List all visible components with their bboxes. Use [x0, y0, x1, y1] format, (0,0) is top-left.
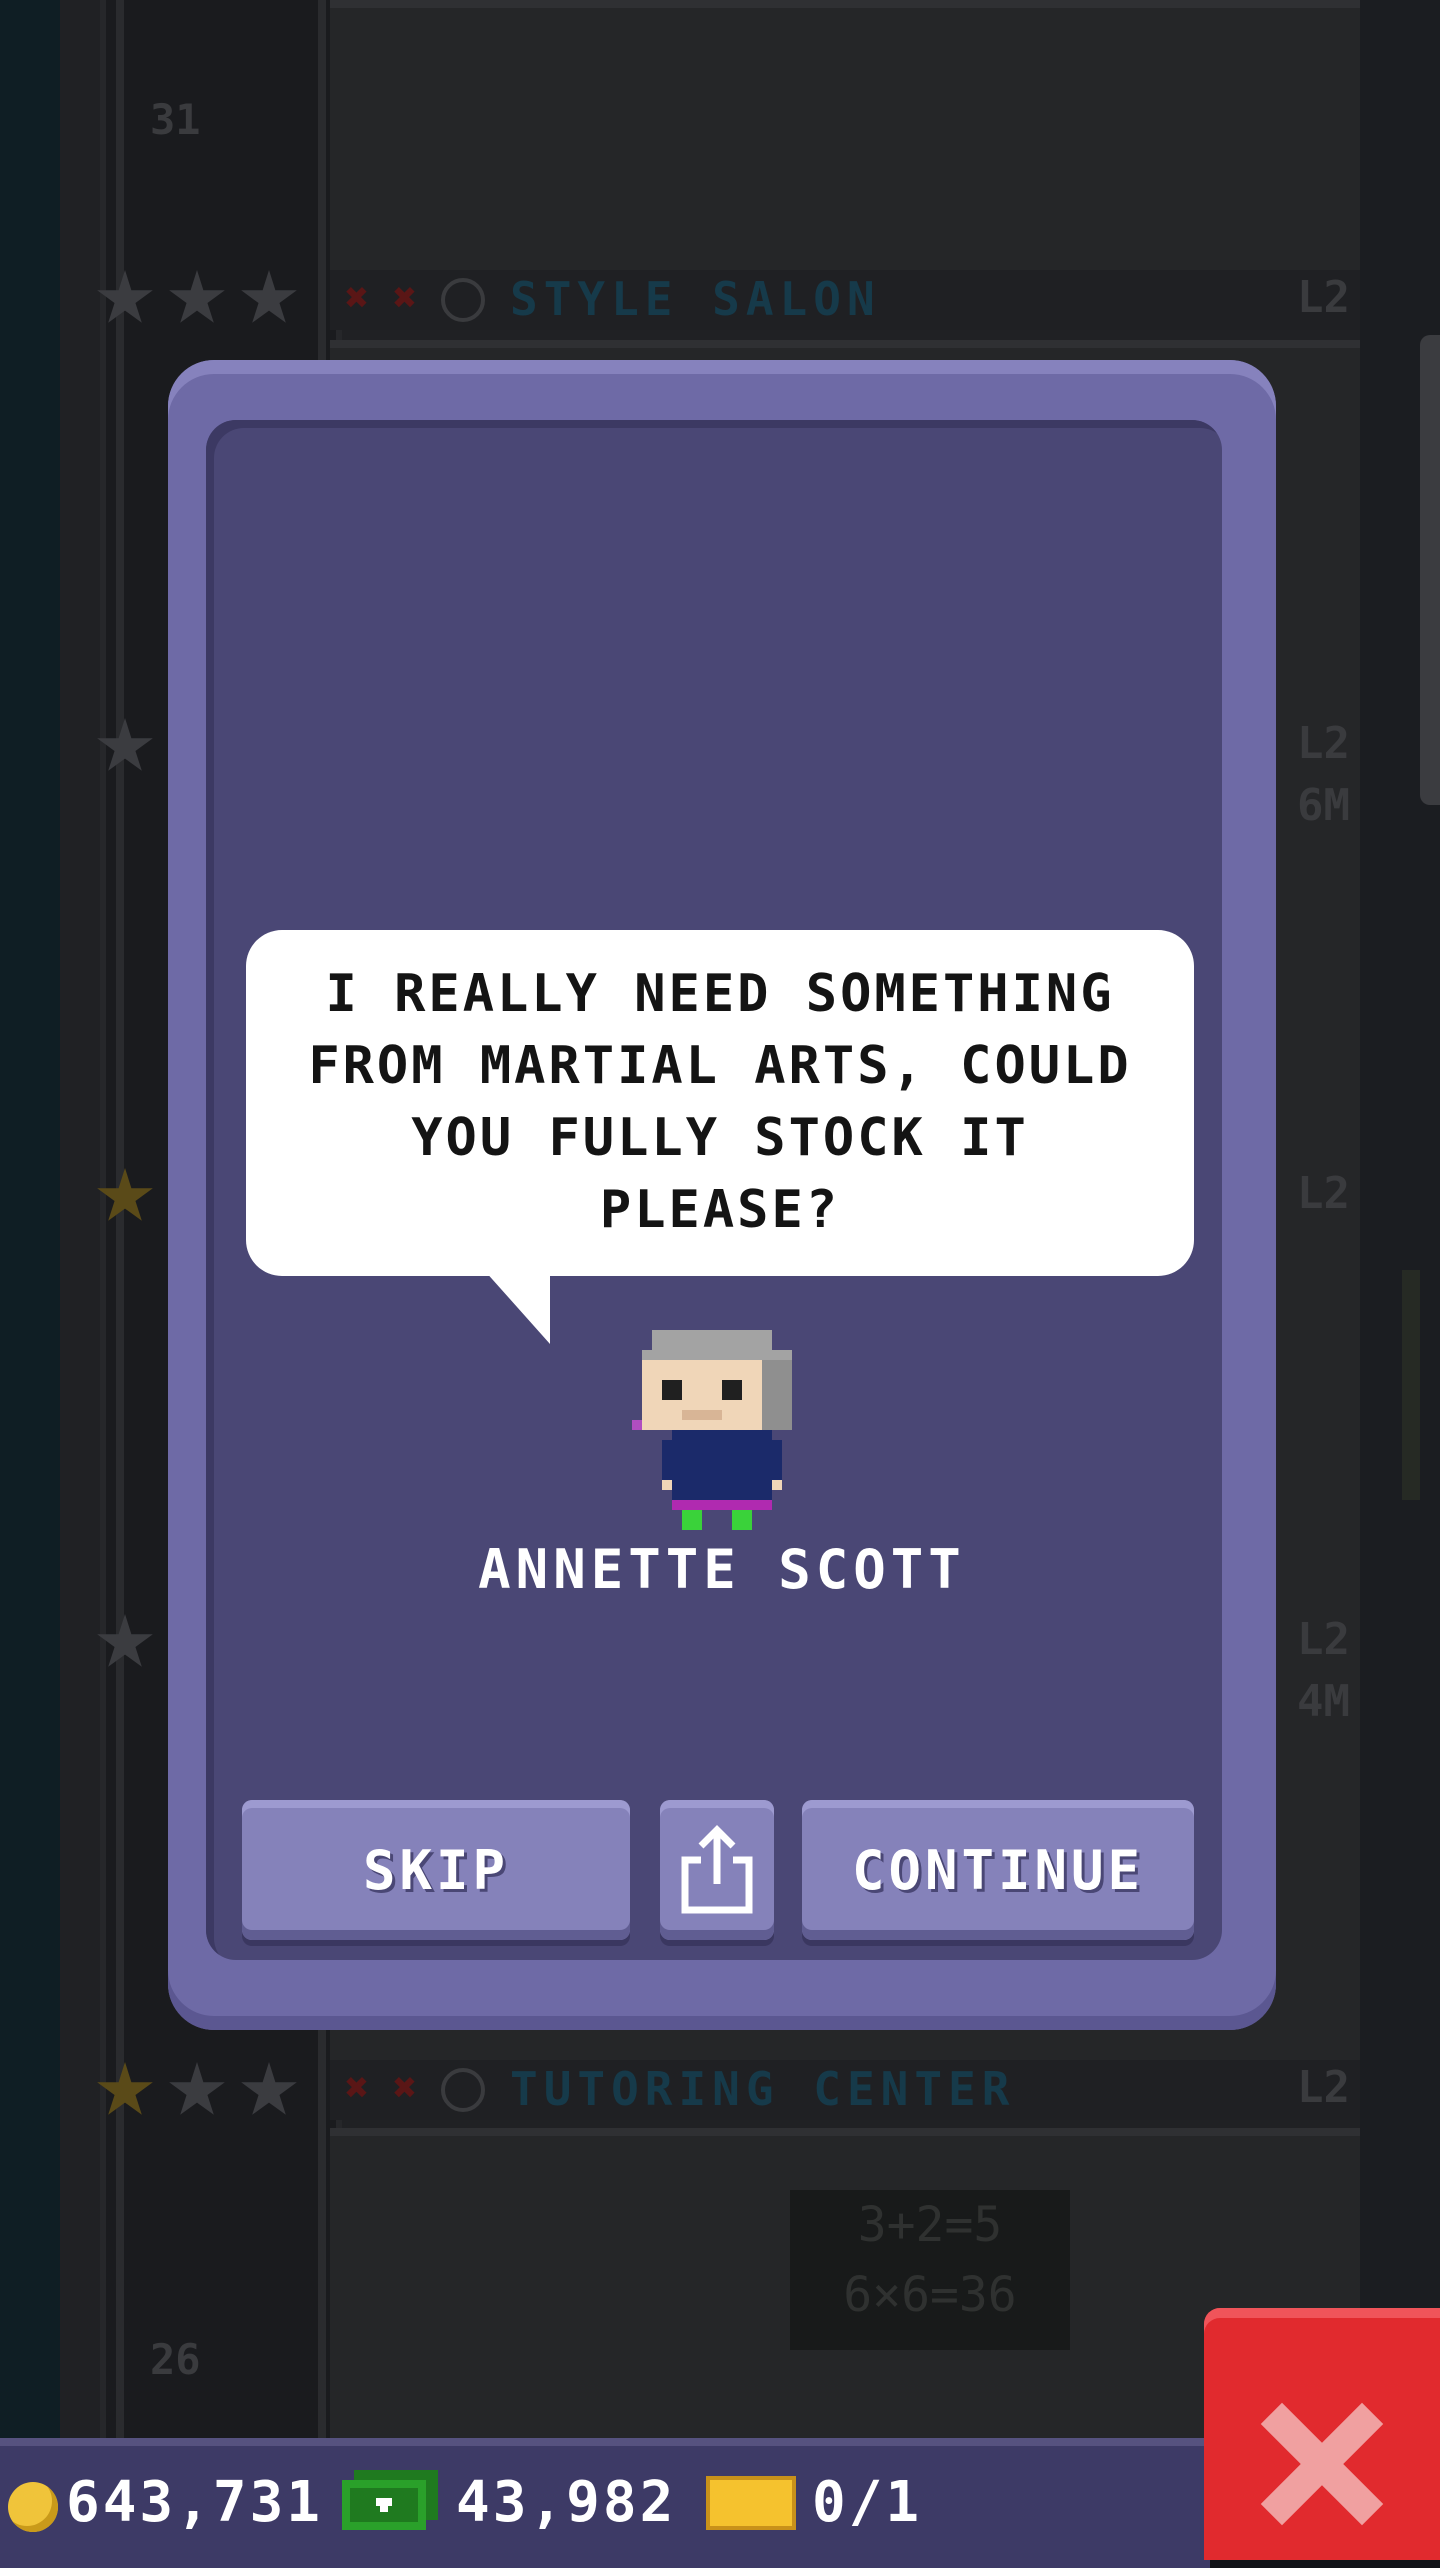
floor-value: 6M [1297, 780, 1350, 831]
star-icon [241, 270, 297, 323]
request-message: I REALLY NEED SOMETHING FROM MARTIAL ART… [308, 964, 1132, 1240]
floor-level: L2 [1297, 2062, 1350, 2113]
character-sprite [632, 1330, 792, 1530]
floor-stars [96, 1614, 154, 1672]
ticket-count: 0/1 [812, 2470, 923, 2535]
tower-edge [0, 0, 60, 2440]
ticket-icon [706, 2476, 796, 2530]
star-icon [97, 2062, 153, 2115]
clock-icon [441, 278, 485, 322]
close-icon [1260, 2402, 1384, 2526]
x-icon: ✖ [345, 275, 370, 321]
chalkboard: 3+2=5 6×6=36 [790, 2190, 1070, 2350]
continue-button[interactable]: CONTINUE [802, 1800, 1194, 1940]
share-button[interactable] [660, 1800, 774, 1940]
x-icon: ✖ [393, 275, 418, 321]
bux-count: 43,982 [456, 2470, 677, 2535]
floor-level: L2 [1297, 718, 1350, 769]
bux-icon [342, 2470, 438, 2530]
clock-icon [441, 2068, 485, 2112]
speech-bubble: I REALLY NEED SOMETHING FROM MARTIAL ART… [246, 930, 1194, 1276]
star-icon [97, 718, 153, 771]
side-scroll-handle[interactable] [1420, 335, 1440, 805]
x-icon: ✖ [345, 2065, 370, 2111]
star-icon [241, 2062, 297, 2115]
share-icon [681, 1825, 753, 1914]
floor-level: L2 [1297, 1168, 1350, 1219]
continue-button-label: CONTINUE [851, 1838, 1145, 1902]
x-icon: ✖ [393, 2065, 418, 2111]
floor-name[interactable]: TUTORING CENTER [510, 2062, 1015, 2116]
floor-stars [96, 270, 298, 328]
star-icon [97, 1168, 153, 1221]
floor-level: L2 [1297, 1614, 1350, 1665]
skip-button-label: SKIP [362, 1838, 510, 1902]
floor-stars [96, 718, 154, 776]
scrollbar[interactable] [1402, 1270, 1420, 1500]
floor-level: L2 [1297, 272, 1350, 323]
floor-number: 31 [150, 95, 201, 144]
skip-button[interactable]: SKIP [242, 1800, 630, 1940]
floor-value: 4M [1297, 1676, 1350, 1727]
floor-status-icons: ✖ ✖ [345, 2068, 485, 2112]
coin-count: 643,731 [66, 2470, 324, 2535]
floor-room [330, 0, 1360, 278]
floor-number: 26 [150, 2335, 201, 2384]
star-icon [169, 2062, 225, 2115]
floor-name[interactable]: STYLE SALON [510, 272, 881, 326]
star-icon [97, 270, 153, 323]
floor-status-icons: ✖ ✖ [345, 278, 485, 322]
close-button[interactable] [1204, 2308, 1440, 2560]
coin-icon [8, 2482, 58, 2532]
floor-stars [96, 2062, 298, 2120]
star-icon [169, 270, 225, 323]
character-name: ANNETTE SCOTT [478, 1538, 966, 1601]
star-icon [97, 1614, 153, 1667]
floor-stars [96, 1168, 154, 1226]
